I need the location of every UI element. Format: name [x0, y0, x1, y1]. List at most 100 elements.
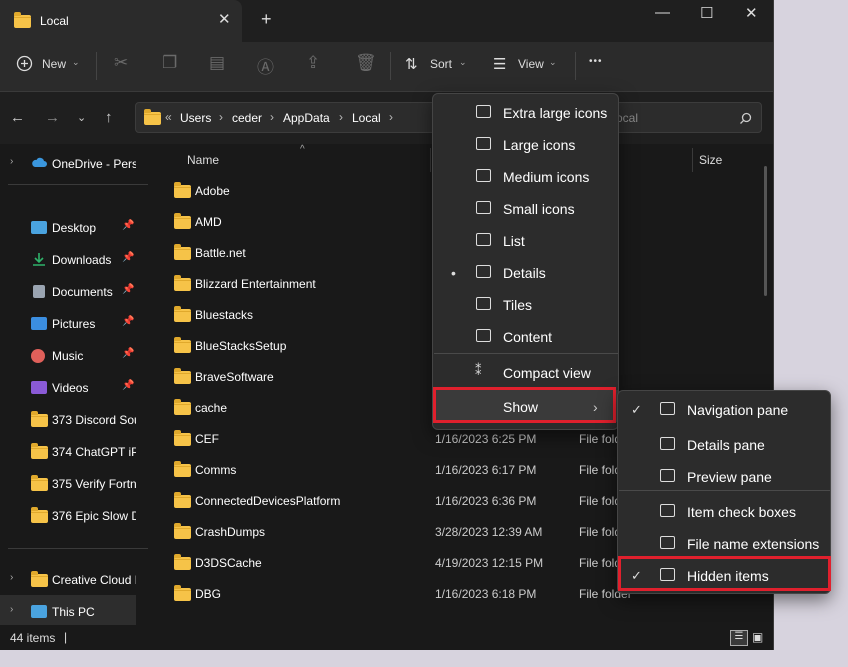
- menu-item-preview-pane[interactable]: Preview pane: [618, 460, 830, 492]
- command-bar: New ⌄ ✂ ❐ ▤ Ⓐ ⇪ 🗑 ⇅ Sort ⌄ ☰ View ⌄ •••: [0, 42, 773, 92]
- menu-item-label: Item check boxes: [687, 504, 796, 520]
- file-name: Battle.net: [195, 246, 246, 260]
- tab-local[interactable]: Local ✕: [0, 0, 242, 42]
- sidebar-item-desktop[interactable]: Desktop 📌: [0, 211, 156, 241]
- file-name: DBG: [195, 587, 222, 601]
- menu-item-small-icons[interactable]: Small icons: [433, 192, 618, 224]
- menu-item-navigation-pane[interactable]: ✓ Navigation pane: [618, 393, 830, 425]
- menu-item-medium-icons[interactable]: Medium icons: [433, 160, 618, 192]
- check-icon: ✓: [631, 402, 642, 417]
- new-button[interactable]: New ⌄: [14, 55, 84, 77]
- divider: [575, 52, 576, 80]
- sidebar-item-pictures[interactable]: Pictures 📌: [0, 307, 156, 337]
- back-button[interactable]: ←: [10, 109, 25, 126]
- sort-button[interactable]: ⇅ Sort ⌄: [405, 55, 475, 77]
- menu-item-item-check-boxes[interactable]: Item check boxes: [618, 495, 830, 527]
- sidebar-item-this-pc[interactable]: › This PC: [0, 595, 136, 625]
- menu-item-label: Large icons: [503, 137, 576, 153]
- music-icon: [31, 349, 45, 363]
- folder-icon: [174, 461, 191, 477]
- menu-item-list[interactable]: List: [433, 224, 618, 256]
- large-icons-view-toggle-icon[interactable]: ▣: [752, 630, 768, 646]
- file-name: ConnectedDevicesPlatform: [195, 494, 341, 508]
- view-icon: ☰: [493, 56, 507, 73]
- delete-icon[interactable]: 🗑: [355, 53, 377, 73]
- file-name: BlueStacksSetup: [195, 339, 287, 353]
- share-icon[interactable]: ⇪: [306, 53, 320, 73]
- sidebar-item-music[interactable]: Music 📌: [0, 339, 156, 369]
- list-icon: [476, 233, 491, 246]
- menu-item-label: Medium icons: [503, 169, 590, 185]
- folder-icon: [174, 554, 191, 570]
- selected-bullet-icon: •: [451, 265, 456, 281]
- sidebar-item-label: 373 Discord Sou: [52, 413, 136, 427]
- menu-item-extra-large-icons[interactable]: Extra large icons: [433, 96, 618, 128]
- rename-icon[interactable]: Ⓐ: [257, 53, 274, 78]
- recent-locations-button[interactable]: ⌄: [77, 111, 86, 124]
- chevron-right-icon: ›: [339, 110, 343, 124]
- pin-icon: 📌: [122, 252, 135, 263]
- sidebar-item-label: Creative Cloud F: [52, 573, 136, 587]
- sidebar-item-folder-374[interactable]: 374 ChatGPT iPh: [0, 435, 156, 465]
- breadcrumb-overflow[interactable]: «: [165, 110, 172, 124]
- breadcrumb-local[interactable]: Local: [352, 111, 381, 125]
- forward-button[interactable]: →: [45, 109, 60, 126]
- column-header-size[interactable]: Size: [699, 153, 722, 167]
- file-name: Adobe: [195, 184, 230, 198]
- up-button[interactable]: ↑: [105, 109, 113, 126]
- folder-icon: [174, 337, 191, 353]
- sidebar-item-downloads[interactable]: Downloads 📌: [0, 243, 156, 273]
- address-bar[interactable]: « Users › ceder › AppData › Local ›: [135, 102, 440, 133]
- column-divider: [692, 148, 693, 172]
- menu-item-label: Details pane: [687, 437, 765, 453]
- column-header-name[interactable]: Name: [187, 153, 219, 167]
- maximize-button[interactable]: ☐: [700, 4, 713, 22]
- folder-icon: [31, 443, 48, 459]
- sidebar-item-folder-376[interactable]: 376 Epic Slow Do: [0, 499, 156, 529]
- compact-view-icon: ⁑: [475, 363, 482, 378]
- breadcrumb-users[interactable]: Users: [180, 111, 211, 125]
- view-button[interactable]: ☰ View ⌄: [493, 55, 573, 77]
- details-view-toggle-icon[interactable]: ☰: [730, 630, 748, 646]
- search-box[interactable]: ocal: [610, 102, 762, 133]
- large-icons-icon: [476, 137, 491, 150]
- pin-icon: 📌: [122, 220, 135, 231]
- file-name: AMD: [195, 215, 222, 229]
- breadcrumb-ceder[interactable]: ceder: [232, 111, 262, 125]
- menu-item-file-name-extensions[interactable]: File name extensions: [618, 527, 830, 559]
- cut-icon[interactable]: ✂: [114, 53, 128, 73]
- menu-item-compact-view[interactable]: ⁑ Compact view: [433, 356, 618, 388]
- sidebar-item-creative-cloud[interactable]: › Creative Cloud F: [0, 563, 156, 593]
- menu-item-details[interactable]: • Details: [433, 256, 618, 288]
- menu-item-label: Content: [503, 329, 553, 345]
- folder-icon: [174, 306, 191, 322]
- minimize-button[interactable]: —: [655, 4, 670, 21]
- pin-icon: 📌: [122, 380, 135, 391]
- sidebar-item-folder-373[interactable]: 373 Discord Sou: [0, 403, 156, 433]
- column-divider: [430, 148, 431, 172]
- sidebar-item-folder-375[interactable]: 375 Verify Fortni: [0, 467, 156, 497]
- copy-icon[interactable]: ❐: [162, 53, 177, 73]
- menu-item-content[interactable]: Content: [433, 320, 618, 352]
- add-tab-button[interactable]: +: [261, 9, 272, 30]
- sidebar-item-documents[interactable]: Documents 📌: [0, 275, 156, 305]
- details-pane-icon: [660, 437, 675, 450]
- breadcrumb-appdata[interactable]: AppData: [283, 111, 330, 125]
- pin-icon: 📌: [122, 284, 135, 295]
- sidebar-item-onedrive[interactable]: › OneDrive - Perso: [0, 147, 156, 177]
- sidebar-item-videos[interactable]: Videos 📌: [0, 371, 156, 401]
- search-icon: [740, 112, 752, 124]
- folder-icon: [31, 411, 48, 427]
- close-window-button[interactable]: ✕: [745, 4, 758, 22]
- more-options-button[interactable]: •••: [589, 56, 603, 67]
- content-icon: [476, 329, 491, 342]
- tab-close-icon[interactable]: ✕: [218, 10, 231, 28]
- menu-item-large-icons[interactable]: Large icons: [433, 128, 618, 160]
- menu-item-tiles[interactable]: Tiles: [433, 288, 618, 320]
- view-menu: Extra large icons Large icons Medium icons…: [432, 93, 619, 430]
- paste-icon[interactable]: ▤: [209, 53, 225, 73]
- document-icon: [33, 285, 45, 298]
- menu-item-details-pane[interactable]: Details pane: [618, 428, 830, 460]
- pin-icon: 📌: [122, 316, 135, 327]
- folder-icon: [174, 275, 191, 291]
